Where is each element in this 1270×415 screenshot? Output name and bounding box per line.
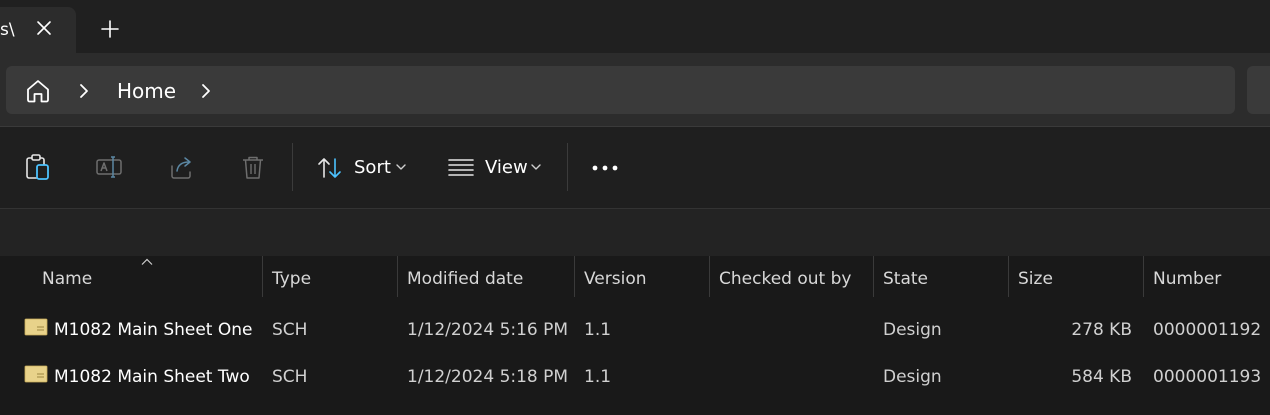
column-header-row: Name Type Modified date Version Checked … bbox=[0, 256, 1270, 303]
sort-icon bbox=[318, 158, 341, 178]
file-type: SCH bbox=[272, 320, 308, 340]
column-size[interactable]: Size bbox=[1018, 269, 1053, 289]
column-divider[interactable] bbox=[574, 256, 575, 297]
file-number: 0000001192 bbox=[1153, 320, 1262, 340]
list-view-icon bbox=[448, 159, 474, 176]
file-number: 0000001193 bbox=[1153, 367, 1262, 387]
breadcrumb-home[interactable]: Home bbox=[117, 79, 176, 103]
more-icon bbox=[592, 165, 618, 171]
toolbar-divider bbox=[292, 143, 293, 191]
column-number[interactable]: Number bbox=[1153, 269, 1221, 289]
table-row[interactable]: M1082 Main Sheet Two SCH 1/12/2024 5:18 … bbox=[0, 355, 1270, 401]
address-bar[interactable] bbox=[6, 66, 1235, 114]
share-icon bbox=[171, 157, 191, 179]
share-button[interactable] bbox=[167, 152, 197, 182]
sort-label: Sort bbox=[354, 157, 391, 178]
more-options-button[interactable] bbox=[590, 156, 620, 180]
file-modified: 1/12/2024 5:18 PM bbox=[407, 367, 569, 387]
close-icon bbox=[37, 21, 51, 35]
column-divider[interactable] bbox=[1008, 256, 1009, 297]
rename-button[interactable] bbox=[94, 152, 124, 182]
file-state: Design bbox=[883, 320, 942, 340]
tab-close-button[interactable] bbox=[34, 18, 54, 38]
file-type: SCH bbox=[272, 367, 308, 387]
trash-icon bbox=[243, 156, 263, 179]
file-version: 1.1 bbox=[584, 367, 612, 387]
column-divider[interactable] bbox=[709, 256, 710, 297]
sort-button[interactable]: Sort bbox=[316, 152, 412, 184]
file-modified: 1/12/2024 5:16 PM bbox=[407, 320, 569, 340]
breadcrumb-chevron[interactable] bbox=[76, 82, 92, 100]
new-tab-button[interactable] bbox=[98, 17, 122, 41]
breadcrumb-chevron-home[interactable] bbox=[198, 82, 214, 100]
home-icon bbox=[27, 80, 49, 103]
view-button[interactable]: View bbox=[447, 152, 547, 184]
paste-button[interactable] bbox=[23, 152, 53, 182]
column-checked-out-by[interactable]: Checked out by bbox=[719, 269, 851, 289]
tab-strip bbox=[0, 0, 1270, 53]
chevron-right-icon bbox=[80, 84, 88, 98]
search-box[interactable] bbox=[1247, 66, 1270, 114]
column-name[interactable]: Name bbox=[42, 269, 92, 289]
file-name: M1082 Main Sheet One bbox=[54, 320, 253, 340]
home-button[interactable] bbox=[24, 77, 52, 105]
file-icon bbox=[24, 318, 48, 336]
column-divider[interactable] bbox=[397, 256, 398, 297]
file-name: M1082 Main Sheet Two bbox=[54, 367, 250, 387]
delete-button[interactable] bbox=[238, 152, 268, 182]
rename-icon bbox=[96, 156, 122, 178]
column-divider[interactable] bbox=[873, 256, 874, 297]
chevron-right-icon bbox=[202, 84, 210, 98]
details-band bbox=[0, 209, 1270, 256]
clipboard-icon bbox=[26, 154, 49, 180]
file-icon bbox=[24, 365, 48, 383]
column-divider[interactable] bbox=[262, 256, 263, 297]
column-type[interactable]: Type bbox=[272, 269, 311, 289]
chevron-down-icon bbox=[531, 164, 541, 170]
toolbar-divider bbox=[567, 143, 568, 191]
column-divider[interactable] bbox=[1143, 256, 1144, 297]
file-size: 278 KB bbox=[1071, 320, 1132, 340]
plus-icon bbox=[101, 20, 119, 38]
tab-title: s\ bbox=[0, 20, 15, 40]
file-size: 584 KB bbox=[1071, 367, 1132, 387]
column-state[interactable]: State bbox=[883, 269, 928, 289]
file-state: Design bbox=[883, 367, 942, 387]
chevron-down-icon bbox=[396, 164, 406, 170]
table-row[interactable]: M1082 Main Sheet One SCH 1/12/2024 5:16 … bbox=[0, 308, 1270, 354]
view-label: View bbox=[485, 157, 528, 178]
file-version: 1.1 bbox=[584, 320, 612, 340]
column-modified-date[interactable]: Modified date bbox=[407, 269, 523, 289]
column-version[interactable]: Version bbox=[584, 269, 647, 289]
sort-ascending-icon bbox=[141, 258, 153, 265]
